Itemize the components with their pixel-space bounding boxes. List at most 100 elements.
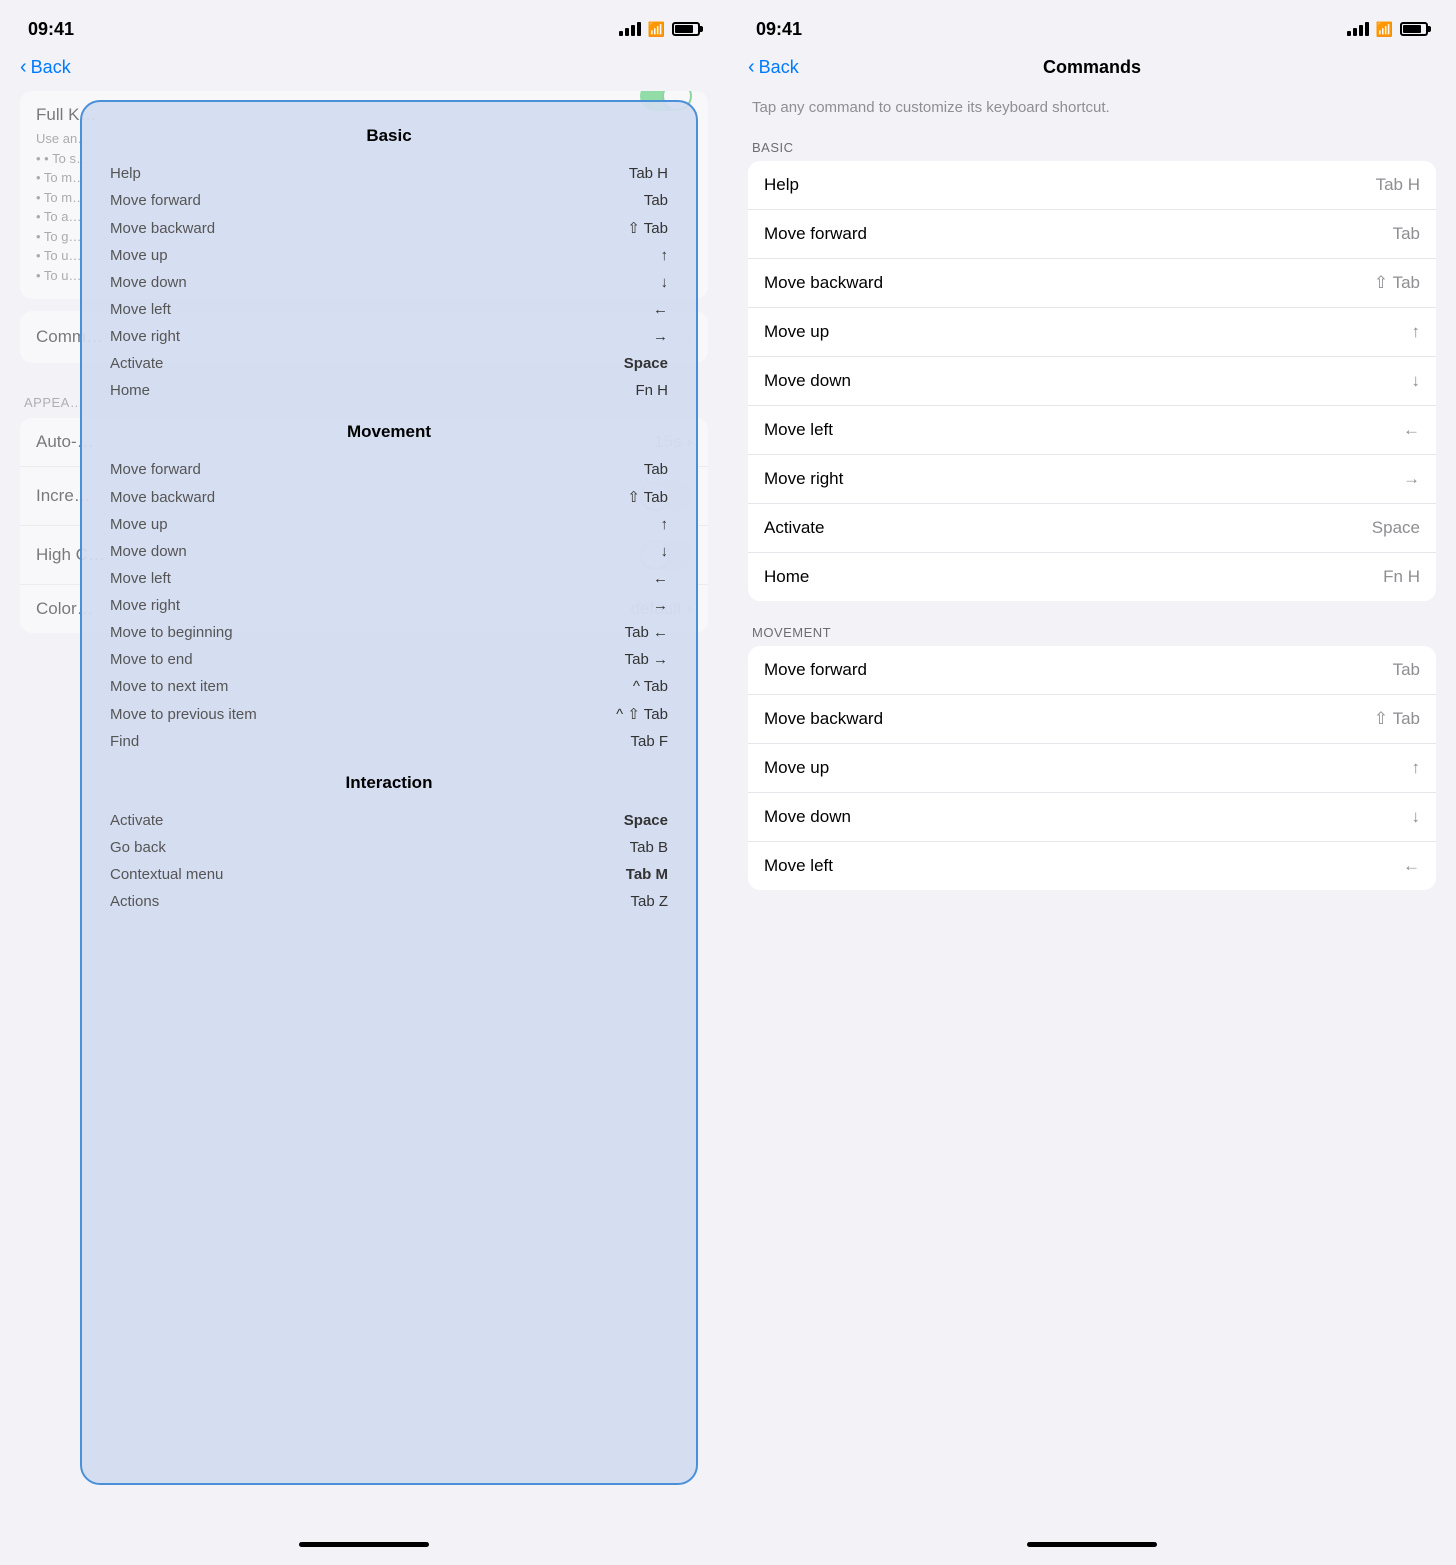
- popup-move-to-next-shortcut: ^ Tab: [633, 678, 668, 695]
- movement-items-list: Move forward Tab Move backward ⇧ Tab Mov…: [102, 456, 676, 755]
- popup-go-back-row: Go back Tab B: [102, 834, 676, 861]
- popup-contextual-menu-label: Contextual menu: [110, 866, 223, 883]
- command-move-up-m-label: Move up: [764, 758, 829, 778]
- popup-activate-basic-shortcut: Space: [624, 355, 668, 372]
- command-home-shortcut: Fn H: [1383, 567, 1420, 587]
- right-wifi-icon: 📶: [1376, 21, 1393, 38]
- right-signal-icon: [1347, 22, 1369, 36]
- command-move-forward-item[interactable]: Move forward Tab: [748, 210, 1436, 259]
- popup-move-up-move-shortcut: ↑: [661, 516, 669, 533]
- popup-move-up-move-row: Move up ↑: [102, 511, 676, 538]
- popup-move-backward-move-row: Move backward ⇧ Tab: [102, 483, 676, 511]
- popup-move-down-move-row: Move down ↓: [102, 538, 676, 565]
- interaction-section-title: Interaction: [102, 773, 676, 793]
- left-status-bar: 09:41 📶: [0, 0, 728, 52]
- popup-move-to-beginning-shortcut: Tab ←: [625, 624, 668, 641]
- popup-move-forward-move-row: Move forward Tab: [102, 456, 676, 483]
- command-move-backward-shortcut: ⇧ Tab: [1374, 273, 1420, 293]
- popup-find-shortcut: Tab F: [630, 733, 668, 750]
- command-move-down-m-shortcut: ↓: [1412, 807, 1421, 827]
- popup-move-to-next-row: Move to next item ^ Tab: [102, 673, 676, 700]
- popup-move-left-move-row: Move left ←: [102, 565, 676, 592]
- popup-move-forward-basic-row: Move forward Tab: [102, 187, 676, 214]
- command-help-item[interactable]: Help Tab H: [748, 161, 1436, 210]
- popup-move-to-end-shortcut: Tab →: [625, 651, 668, 668]
- right-back-label: Back: [759, 57, 799, 78]
- popup-find-label: Find: [110, 733, 139, 750]
- command-move-down-label: Move down: [764, 371, 851, 391]
- popup-move-up-move-label: Move up: [110, 516, 168, 533]
- popup-move-to-beginning-row: Move to beginning Tab ←: [102, 619, 676, 646]
- command-activate-item[interactable]: Activate Space: [748, 504, 1436, 553]
- keyboard-shortcuts-popup: Basic Help Tab H Move forward Tab Move b…: [80, 100, 698, 1485]
- popup-move-left-basic-row: Move left ←: [102, 296, 676, 323]
- basic-section-title: Basic: [102, 126, 676, 146]
- movement-section-title: Movement: [102, 422, 676, 442]
- command-move-up-m-item[interactable]: Move up ↑: [748, 744, 1436, 793]
- right-home-bar: [1027, 1542, 1157, 1547]
- right-back-button[interactable]: ‹ Back: [748, 56, 799, 79]
- popup-move-left-basic-label: Move left: [110, 301, 171, 318]
- command-move-forward-label: Move forward: [764, 224, 867, 244]
- right-status-icons: 📶: [1347, 21, 1428, 38]
- popup-activate-interact-shortcut: Space: [624, 812, 668, 829]
- command-home-item[interactable]: Home Fn H: [748, 553, 1436, 601]
- command-move-backward-m-shortcut: ⇧ Tab: [1374, 709, 1420, 729]
- command-move-down-m-item[interactable]: Move down ↓: [748, 793, 1436, 842]
- command-help-shortcut: Tab H: [1376, 175, 1420, 195]
- popup-activate-basic-label: Activate: [110, 355, 163, 372]
- right-panel: 09:41 📶 ‹ Back Commands Tap any command …: [728, 0, 1456, 1565]
- popup-move-down-basic-label: Move down: [110, 274, 187, 291]
- popup-move-to-end-row: Move to end Tab →: [102, 646, 676, 673]
- right-time: 09:41: [756, 19, 802, 40]
- right-content-area: Tap any command to customize its keyboar…: [728, 91, 1456, 1531]
- command-move-backward-item[interactable]: Move backward ⇧ Tab: [748, 259, 1436, 308]
- popup-move-down-move-label: Move down: [110, 543, 187, 560]
- command-move-forward-shortcut: Tab: [1393, 224, 1420, 244]
- command-move-right-shortcut: →: [1403, 469, 1420, 489]
- popup-move-left-move-label: Move left: [110, 570, 171, 587]
- command-move-up-item[interactable]: Move up ↑: [748, 308, 1436, 357]
- popup-move-backward-basic-row: Move backward ⇧ Tab: [102, 214, 676, 242]
- popup-move-right-basic-row: Move right →: [102, 323, 676, 350]
- popup-move-right-basic-shortcut: →: [653, 328, 668, 345]
- popup-home-basic-label: Home: [110, 382, 150, 399]
- left-back-label: Back: [31, 57, 71, 78]
- command-move-left-m-item[interactable]: Move left ←: [748, 842, 1436, 890]
- popup-move-left-move-shortcut: ←: [653, 570, 668, 587]
- command-move-backward-label: Move backward: [764, 273, 883, 293]
- command-move-up-shortcut: ↑: [1412, 322, 1421, 342]
- popup-home-basic-shortcut: Fn H: [635, 382, 668, 399]
- popup-move-backward-move-shortcut: ⇧ Tab: [627, 488, 668, 506]
- popup-find-row: Find Tab F: [102, 728, 676, 755]
- command-move-left-label: Move left: [764, 420, 833, 440]
- command-move-forward-m-item[interactable]: Move forward Tab: [748, 646, 1436, 695]
- basic-commands-list: Help Tab H Move forward Tab Move backwar…: [748, 161, 1436, 601]
- command-move-down-shortcut: ↓: [1412, 371, 1421, 391]
- left-home-bar: [299, 1542, 429, 1547]
- left-panel: 09:41 📶 ‹ Back Full K… Use a: [0, 0, 728, 1565]
- command-move-right-label: Move right: [764, 469, 843, 489]
- popup-move-up-basic-row: Move up ↑: [102, 242, 676, 269]
- popup-move-left-basic-shortcut: ←: [653, 301, 668, 318]
- left-battery-icon: [672, 22, 700, 36]
- popup-help-row: Help Tab H: [102, 160, 676, 187]
- popup-move-forward-move-label: Move forward: [110, 461, 201, 478]
- left-back-chevron-icon: ‹: [20, 56, 27, 79]
- popup-move-down-move-shortcut: ↓: [661, 543, 669, 560]
- command-move-left-m-label: Move left: [764, 856, 833, 876]
- command-move-down-m-label: Move down: [764, 807, 851, 827]
- left-back-button[interactable]: ‹ Back: [20, 56, 71, 79]
- command-move-backward-m-item[interactable]: Move backward ⇧ Tab: [748, 695, 1436, 744]
- popup-go-back-shortcut: Tab B: [630, 839, 668, 856]
- popup-move-to-prev-row: Move to previous item ^ ⇧ Tab: [102, 700, 676, 728]
- popup-actions-shortcut: Tab Z: [630, 893, 668, 910]
- popup-move-forward-basic-label: Move forward: [110, 192, 201, 209]
- popup-actions-row: Actions Tab Z: [102, 888, 676, 915]
- popup-move-to-prev-shortcut: ^ ⇧ Tab: [616, 705, 668, 723]
- command-move-right-item[interactable]: Move right →: [748, 455, 1436, 504]
- command-move-down-item[interactable]: Move down ↓: [748, 357, 1436, 406]
- command-move-left-item[interactable]: Move left ←: [748, 406, 1436, 455]
- left-time: 09:41: [28, 19, 74, 40]
- command-move-left-shortcut: ←: [1403, 420, 1420, 440]
